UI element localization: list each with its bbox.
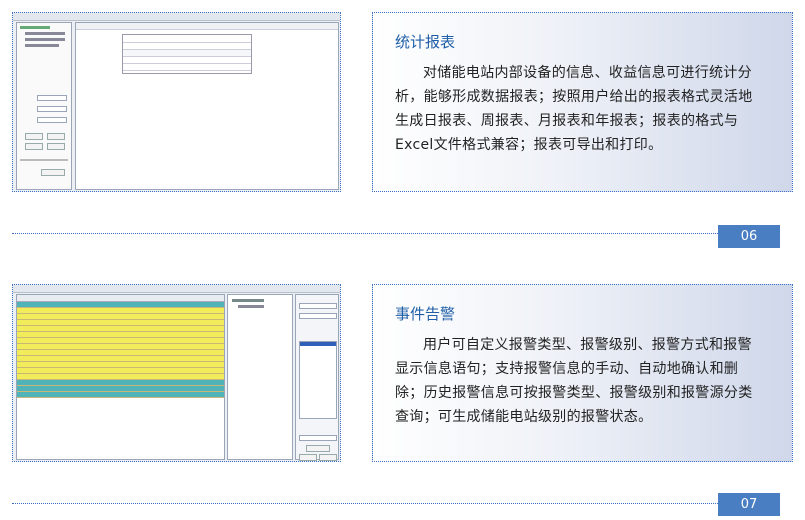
query-button[interactable] [25,133,43,140]
print-button[interactable] [25,143,43,150]
window-titlebar [13,285,340,293]
section-body: 用户可自定义报警类型、报警级别、报警方式和报警显示信息语句；支持报警信息的手动、… [395,337,753,425]
filter-start-time[interactable] [299,303,337,309]
section-title: 统计报表 [395,33,456,51]
filter-end-time[interactable] [299,313,337,319]
device-tree[interactable] [227,294,293,460]
export-button[interactable] [319,454,337,461]
divider [12,233,724,234]
page-number: 07 [718,493,780,516]
close-button[interactable] [47,143,65,150]
search-button[interactable] [306,445,330,452]
end-time-field-2[interactable] [37,117,67,123]
alarm-level-select[interactable] [299,435,337,441]
alarm-table[interactable] [16,294,225,460]
print-button[interactable] [299,454,317,461]
start-time-field[interactable] [37,95,67,101]
page-number: 06 [718,225,780,248]
alarm-screenshot [12,284,341,462]
generate-button[interactable] [41,169,65,176]
report-sheet [75,22,339,190]
window-titlebar [13,13,340,21]
feature-card-alarms: 事件告警 用户可自定义报警类型、报警级别、报警方式和报警显示信息语句；支持报警信… [372,284,793,462]
divider [12,503,724,504]
export-button[interactable] [47,133,65,140]
alarm-type-list[interactable] [299,341,337,419]
feature-card-reports: 统计报表 对储能电站内部设备的信息、收益信息可进行统计分析，能够形成数据报表；按… [372,12,793,192]
section-title: 事件告警 [395,305,456,323]
filter-panel [295,294,339,461]
report-tree-panel[interactable] [16,22,72,190]
end-time-field[interactable] [37,106,67,112]
section-body: 对储能电站内部设备的信息、收益信息可进行统计分析，能够形成数据报表；按照用户给出… [395,65,753,153]
report-screenshot [12,12,341,192]
